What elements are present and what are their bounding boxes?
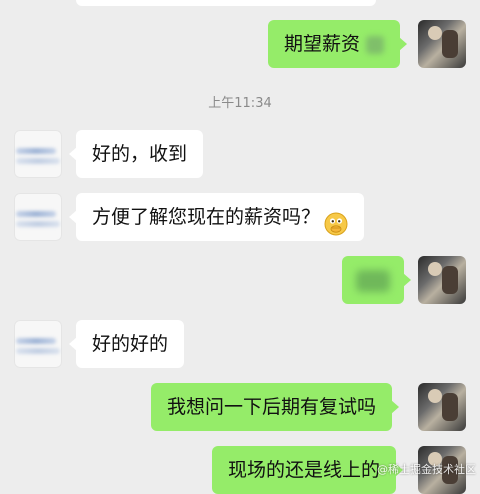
chat-timestamp: 上午11:34	[208, 96, 272, 111]
redacted-text	[356, 269, 390, 292]
self-avatar[interactable]	[418, 383, 466, 431]
contact-avatar[interactable]	[14, 320, 62, 368]
watermark: @稀土掘金技术社区	[377, 463, 476, 476]
message-text: 现场的还是线上的	[228, 459, 381, 481]
message-text: 方便了解您现在的薪资吗？	[92, 206, 321, 228]
outgoing-message-bubble[interactable]: 我想问一下后期有复试吗	[151, 383, 400, 431]
message-text: 好的好的	[92, 333, 169, 355]
outgoing-message-bubble[interactable]	[342, 256, 411, 304]
incoming-message-bubble[interactable]: 好的，收到	[68, 130, 204, 178]
outgoing-message-bubble[interactable]: 现场的还是线上的	[212, 446, 404, 494]
incoming-message-bubble[interactable]: 好的好的	[68, 320, 185, 368]
previous-message-bubble[interactable]	[76, 0, 376, 6]
message-text: 好的，收到	[92, 143, 188, 165]
self-avatar[interactable]	[418, 20, 466, 68]
contact-avatar[interactable]	[14, 193, 62, 241]
message-text: 期望薪资	[284, 33, 361, 55]
redacted-text	[366, 35, 385, 54]
contact-avatar[interactable]	[14, 130, 62, 178]
hand-over-mouth-emoji-icon	[324, 206, 348, 235]
message-text: 我想问一下后期有复试吗	[167, 396, 377, 418]
self-avatar[interactable]	[418, 256, 466, 304]
outgoing-message-bubble[interactable]: 期望薪资	[268, 20, 408, 68]
incoming-message-bubble[interactable]: 方便了解您现在的薪资吗？	[68, 193, 365, 241]
